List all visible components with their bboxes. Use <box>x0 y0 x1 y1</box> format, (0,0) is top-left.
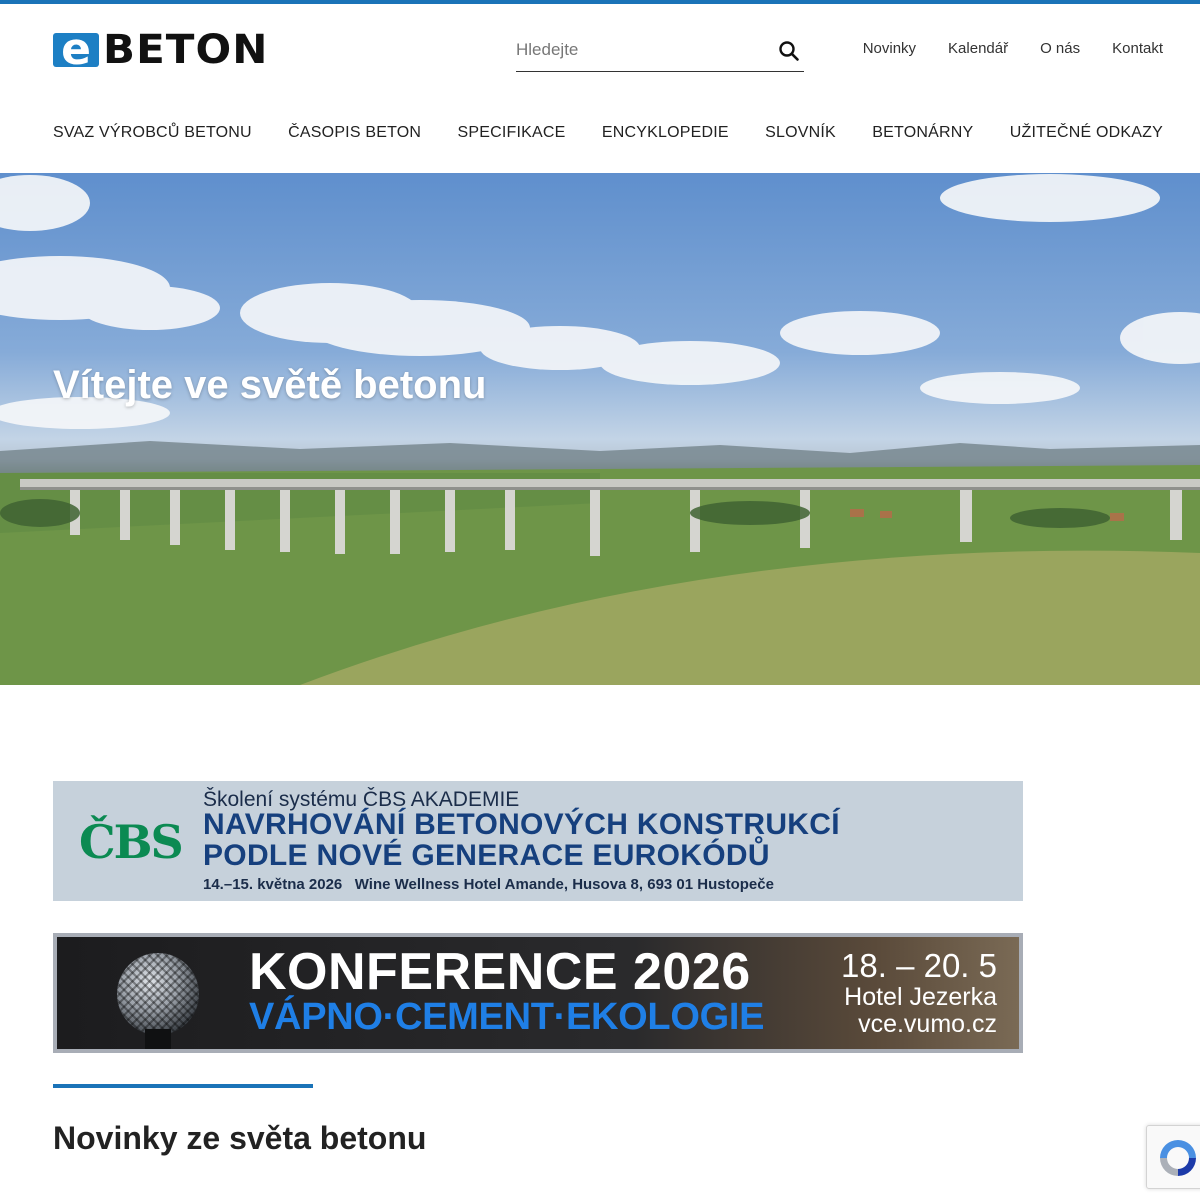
hero-landscape-image <box>0 174 1200 685</box>
nav-specifikace[interactable]: SPECIFIKACE <box>458 124 566 142</box>
cbs-banner-heading-line2: PODLE NOVÉ GENERACE EUROKÓDŮ <box>203 839 770 872</box>
section-accent-bar <box>53 1084 313 1088</box>
nav-betonarny[interactable]: BETONÁRNY <box>872 124 973 142</box>
top-link-kalendar[interactable]: Kalendář <box>948 40 1008 57</box>
conference-url: vce.vumo.cz <box>858 1010 997 1038</box>
microphone-handle <box>145 1029 171 1049</box>
conference-hotel: Hotel Jezerka <box>844 983 997 1011</box>
news-section-title: Novinky ze světa betonu <box>53 1120 426 1157</box>
main-navigation: SVAZ VÝROBCŮ BETONU ČASOPIS BETON SPECIF… <box>53 124 1163 142</box>
top-link-o-nas[interactable]: O nás <box>1040 40 1080 57</box>
conference-subtitle: VÁPNO·CEMENT·EKOLOGIE <box>249 996 765 1038</box>
conference-title: KONFERENCE 2026 <box>249 943 751 1001</box>
conference-banner[interactable]: KONFERENCE 2026 VÁPNO·CEMENT·EKOLOGIE 18… <box>53 933 1023 1053</box>
recaptcha-badge[interactable] <box>1146 1125 1200 1189</box>
top-accent-line <box>0 0 1200 4</box>
search-input[interactable] <box>516 36 766 64</box>
news-section-title-bold: Novinky <box>53 1120 178 1156</box>
hero-banner: Vítejte ve světě betonu <box>0 173 1200 685</box>
news-section-title-rest: ze světa betonu <box>177 1120 427 1156</box>
logo-wordmark: BETON <box>103 27 269 73</box>
nav-encyklopedie[interactable]: ENCYKLOPEDIE <box>602 124 729 142</box>
top-link-kontakt[interactable]: Kontakt <box>1112 40 1163 57</box>
nav-casopis-beton[interactable]: ČASOPIS BETON <box>288 124 421 142</box>
microphone-grille <box>117 953 199 1035</box>
cbs-logo: ČBS <box>79 815 184 869</box>
site-logo[interactable]: e BETON <box>53 30 267 70</box>
cbs-akademie-banner[interactable]: ČBS Školení systému ČBS AKADEMIE NAVRHOV… <box>53 781 1023 901</box>
recaptcha-icon <box>1160 1140 1196 1176</box>
logo-e-mark: e <box>53 33 99 67</box>
nav-svaz-vyrobcu-betonu[interactable]: SVAZ VÝROBCŮ BETONU <box>53 124 252 142</box>
search-box <box>516 30 804 72</box>
top-link-novinky[interactable]: Novinky <box>863 40 916 57</box>
search-icon[interactable] <box>778 40 800 62</box>
conference-dates: 18. – 20. 5 <box>841 947 997 984</box>
top-links: Novinky Kalendář O nás Kontakt <box>863 40 1163 57</box>
hero-title: Vítejte ve světě betonu <box>53 363 487 407</box>
cbs-banner-info: 14.–15. května 2026 Wine Wellness Hotel … <box>203 876 774 893</box>
nav-slovnik[interactable]: SLOVNÍK <box>765 124 836 142</box>
nav-uzitecne-odkazy[interactable]: UŽITEČNÉ ODKAZY <box>1010 124 1163 142</box>
cbs-banner-heading-line1: NAVRHOVÁNÍ BETONOVÝCH KONSTRUKCÍ <box>203 808 840 841</box>
